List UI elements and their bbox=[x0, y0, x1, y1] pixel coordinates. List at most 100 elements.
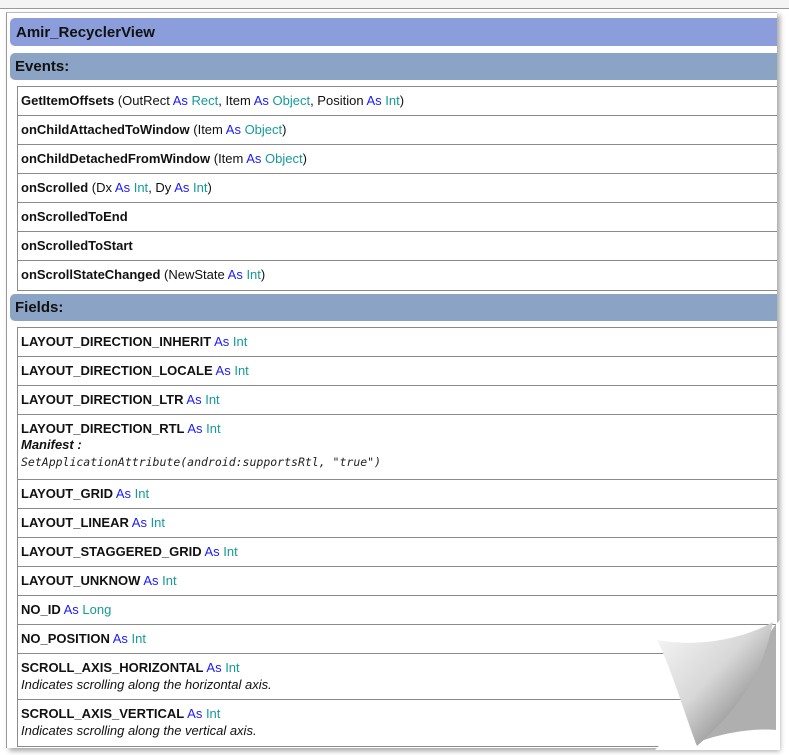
field-name: LAYOUT_DIRECTION_LTR bbox=[21, 392, 184, 407]
event-name: onScrolledToEnd bbox=[21, 209, 128, 224]
paren: ( bbox=[189, 122, 198, 137]
field-name: LAYOUT_UNKNOW bbox=[21, 573, 141, 588]
param-name: OutRect bbox=[122, 93, 170, 108]
field-type: Int bbox=[223, 544, 238, 559]
param-type: Int bbox=[385, 93, 400, 108]
event-row: GetItemOffsets (OutRect As Rect, Item As… bbox=[18, 87, 777, 116]
field-type: Int bbox=[232, 334, 248, 349]
event-name: onScrolled bbox=[21, 180, 89, 195]
event-row: onScrolled (Dx As Int, Dy As Int) bbox=[18, 174, 777, 203]
keyword-as: As bbox=[184, 706, 206, 721]
manifest-label: Manifest : bbox=[21, 437, 82, 452]
field-name: NO_ID bbox=[21, 602, 61, 617]
event-row: onScrolledToEnd bbox=[18, 203, 777, 232]
keyword-as: As bbox=[184, 421, 207, 436]
field-signature: LAYOUT_STAGGERED_GRID As Int bbox=[21, 544, 777, 559]
param-name: Position bbox=[317, 93, 364, 108]
event-name: onScrolledToStart bbox=[21, 238, 133, 253]
event-row: onChildDetachedFromWindow (Item As Objec… bbox=[18, 145, 777, 174]
keyword-as: As bbox=[250, 93, 273, 108]
keyword-as: As bbox=[171, 180, 193, 195]
param-type: Object bbox=[244, 122, 283, 137]
keyword-as: As bbox=[222, 122, 245, 137]
field-type: Int bbox=[205, 392, 220, 407]
param-name: Item bbox=[197, 122, 223, 137]
field-signature: LAYOUT_DIRECTION_LOCALE As Int bbox=[21, 363, 777, 378]
param-type: Int bbox=[133, 180, 149, 195]
window-top-edge bbox=[0, 0, 789, 9]
field-name: SCROLL_AXIS_HORIZONTAL bbox=[21, 660, 204, 675]
field-row: LAYOUT_UNKNOW As Int bbox=[18, 567, 777, 596]
field-type: Int bbox=[150, 515, 166, 530]
field-name: LAYOUT_DIRECTION_RTL bbox=[21, 421, 185, 436]
class-title: Amir_RecyclerView bbox=[10, 18, 777, 46]
field-signature: NO_ID As Long bbox=[21, 602, 777, 617]
field-type: Long bbox=[82, 602, 112, 617]
field-signature: LAYOUT_GRID As Int bbox=[21, 486, 777, 501]
field-type: Int bbox=[162, 573, 177, 588]
keyword-as: As bbox=[212, 363, 235, 378]
field-name: SCROLL_AXIS_VERTICAL bbox=[21, 706, 185, 721]
param-separator: , bbox=[218, 93, 226, 108]
keyword-as: As bbox=[169, 93, 192, 108]
field-type: Int bbox=[225, 660, 240, 675]
events-heading: Events: bbox=[10, 53, 777, 80]
keyword-as: As bbox=[112, 180, 134, 195]
keyword-as: As bbox=[183, 392, 206, 407]
field-signature: LAYOUT_LINEAR As Int bbox=[21, 515, 777, 530]
param-type: Int bbox=[246, 267, 261, 282]
keyword-as: As bbox=[363, 93, 386, 108]
param-name: Dy bbox=[155, 180, 172, 195]
paren: ( bbox=[210, 151, 219, 166]
paren: ) bbox=[282, 122, 287, 137]
param-name: Item bbox=[225, 93, 251, 108]
param-type: Object bbox=[265, 151, 303, 166]
event-name: GetItemOffsets bbox=[21, 93, 115, 108]
paren: ( bbox=[88, 180, 97, 195]
param-type: Int bbox=[193, 180, 208, 195]
field-name: LAYOUT_STAGGERED_GRID bbox=[21, 544, 202, 559]
paren: ) bbox=[207, 180, 212, 195]
field-row: LAYOUT_LINEAR As Int bbox=[18, 509, 777, 538]
paren: ) bbox=[302, 151, 307, 166]
keyword-as: As bbox=[224, 267, 247, 282]
field-type: Int bbox=[205, 706, 221, 721]
field-type: Int bbox=[206, 421, 221, 436]
param-type: Rect bbox=[191, 93, 219, 108]
field-type: Int bbox=[134, 486, 150, 501]
event-name: onChildDetachedFromWindow bbox=[21, 151, 211, 166]
field-signature: LAYOUT_DIRECTION_INHERIT As Int bbox=[21, 334, 777, 349]
keyword-as: As bbox=[140, 573, 163, 588]
field-row: LAYOUT_DIRECTION_INHERIT As Int bbox=[18, 328, 777, 357]
field-signature: LAYOUT_DIRECTION_RTL As Int bbox=[21, 421, 777, 436]
manifest-code: SetApplicationAttribute(android:supports… bbox=[21, 455, 382, 469]
field-signature: LAYOUT_UNKNOW As Int bbox=[21, 573, 777, 588]
keyword-as: As bbox=[60, 602, 83, 617]
event-row: onChildAttachedToWindow (Item As Object) bbox=[18, 116, 777, 145]
keyword-as: As bbox=[128, 515, 151, 530]
field-row: LAYOUT_GRID As Int bbox=[18, 480, 777, 509]
paren: ( bbox=[114, 93, 123, 108]
param-name: Dx bbox=[96, 180, 113, 195]
field-name: NO_POSITION bbox=[21, 631, 110, 646]
keyword-as: As bbox=[201, 544, 224, 559]
field-type: Int bbox=[234, 363, 249, 378]
field-name: LAYOUT_DIRECTION_LOCALE bbox=[21, 363, 213, 378]
field-name: LAYOUT_GRID bbox=[21, 486, 113, 501]
page-curl-icon bbox=[655, 620, 780, 750]
field-row: LAYOUT_STAGGERED_GRID As Int bbox=[18, 538, 777, 567]
keyword-as: As bbox=[112, 486, 135, 501]
fields-heading: Fields: bbox=[10, 294, 777, 321]
keyword-as: As bbox=[211, 334, 233, 349]
keyword-as: As bbox=[243, 151, 266, 166]
field-name: LAYOUT_DIRECTION_INHERIT bbox=[21, 334, 212, 349]
keyword-as: As bbox=[109, 631, 132, 646]
param-type: Object bbox=[272, 93, 311, 108]
event-name: onChildAttachedToWindow bbox=[21, 122, 190, 137]
paren: ) bbox=[399, 93, 405, 108]
field-name: LAYOUT_LINEAR bbox=[21, 515, 129, 530]
paren: ) bbox=[260, 267, 266, 282]
event-name: onScrollStateChanged bbox=[21, 267, 161, 282]
keyword-as: As bbox=[203, 660, 226, 675]
param-name: NewState bbox=[168, 267, 225, 282]
